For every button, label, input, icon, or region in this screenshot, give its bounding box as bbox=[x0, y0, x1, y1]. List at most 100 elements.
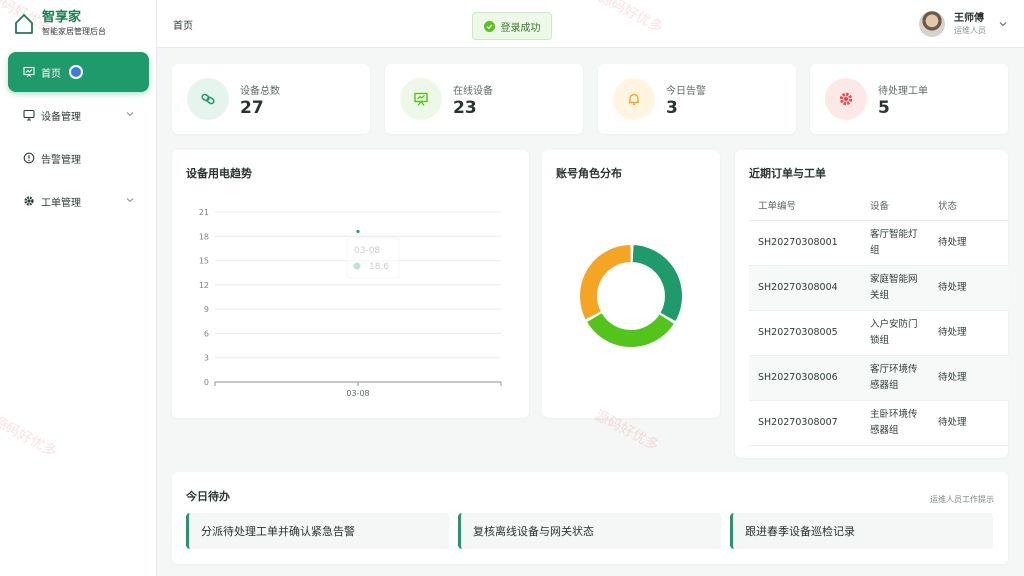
device-line: 感器组 bbox=[870, 424, 899, 436]
column-header: 设备 bbox=[861, 191, 929, 221]
stat-value: 27 bbox=[240, 98, 264, 118]
sidebar-item-alerts[interactable]: 告警管理 bbox=[8, 138, 149, 178]
order-id: SH20270308007 bbox=[749, 400, 861, 446]
table-row[interactable]: SH20270308006 客厅环境传 感器组 待处理 bbox=[749, 355, 1009, 401]
sidebar-item-home[interactable]: 首页 bbox=[8, 52, 149, 92]
avatar bbox=[919, 11, 945, 37]
pie-slice bbox=[632, 245, 682, 322]
todo-item[interactable]: 跟进春季设备巡检记录 bbox=[730, 513, 993, 549]
column-header: 工单编号 bbox=[749, 191, 861, 221]
sidebar: 智享家 智能家居管理后台 首页 设备管理 告警管理 工单管理 bbox=[0, 0, 157, 576]
order-device: 主卧环境传 感器组 bbox=[861, 400, 929, 446]
power-trend-chart[interactable]: 0 3 6 9 12 15 18 21 03-08 03-08 18.6 bbox=[172, 150, 529, 418]
sidebar-item-label: 设备管理 bbox=[41, 111, 81, 123]
stat-label: 待处理工单 bbox=[878, 86, 928, 97]
order-device: 客厅环境传 感器组 bbox=[861, 355, 929, 401]
monitor-chart-icon bbox=[23, 66, 35, 78]
y-tick-label: 6 bbox=[204, 329, 209, 338]
bell-icon bbox=[613, 78, 655, 120]
sidebar-nav: 首页 设备管理 告警管理 工单管理 bbox=[8, 52, 149, 224]
y-tick-label: 0 bbox=[204, 378, 209, 387]
sidebar-item-workorders[interactable]: 工单管理 bbox=[8, 181, 149, 221]
panel-title: 今日待办 bbox=[186, 490, 230, 503]
toast-text: 登录成功 bbox=[500, 22, 541, 34]
device-line: 主卧环境传 bbox=[870, 408, 918, 420]
column-header: 状态 bbox=[929, 191, 1009, 221]
role-distribution-chart[interactable] bbox=[542, 150, 720, 418]
table-row[interactable]: SH20270308005 入户安防门锁组 待处理 bbox=[749, 310, 1009, 356]
power-trend-panel: 设备用电趋势 0 3 6 9 12 15 18 21 03-08 03-08 18.6 bbox=[172, 150, 529, 418]
role-distribution-panel: 账号角色分布 bbox=[542, 150, 720, 418]
device-line: 家庭智能网 bbox=[870, 273, 918, 285]
check-circle-icon bbox=[483, 20, 495, 32]
user-menu[interactable]: 王师傅 运维人员 bbox=[919, 11, 1008, 37]
order-device: 入户安防门 锁组 bbox=[861, 310, 929, 356]
top-bar: 首页 登录成功 王师傅 运维人员 bbox=[157, 0, 1024, 48]
pie-slice bbox=[580, 245, 631, 320]
device-line: 关组 bbox=[870, 289, 890, 301]
order-id: SH20270308001 bbox=[749, 220, 861, 266]
chart-tooltip bbox=[346, 237, 400, 279]
data-point bbox=[356, 229, 360, 234]
device-line: 组 bbox=[870, 244, 880, 256]
orders-table: 工单编号 设备 状态 SH20270308001 客厅智能灯组 待处理 SH20… bbox=[749, 191, 1009, 446]
y-tick-label: 3 bbox=[204, 354, 209, 363]
gear-icon bbox=[23, 195, 35, 207]
order-status: 待处理 bbox=[929, 220, 1009, 266]
alert-circle-icon bbox=[23, 152, 35, 164]
tooltip-value: 18.6 bbox=[369, 262, 389, 272]
stat-card-today-alerts: 今日告警 3 bbox=[598, 64, 796, 134]
today-todo-panel: 今日待办 运维人员工作提示 分派待处理工单并确认紧急告警 复核离线设备与网关状态… bbox=[172, 472, 1008, 564]
user-name: 王师傅 bbox=[954, 13, 984, 24]
sidebar-item-label: 工单管理 bbox=[41, 197, 81, 209]
device-line: 客厅环境传 bbox=[870, 363, 918, 375]
login-success-toast: 登录成功 bbox=[472, 12, 552, 40]
device-line: 感器组 bbox=[870, 379, 899, 391]
order-status: 待处理 bbox=[929, 265, 1009, 311]
order-device: 家庭智能网 关组 bbox=[861, 265, 929, 311]
device-line: 客厅智能灯 bbox=[870, 228, 918, 240]
todo-note: 运维人员工作提示 bbox=[930, 495, 994, 504]
stat-card-pending-orders: 待处理工单 5 bbox=[810, 64, 1008, 134]
sidebar-item-label: 告警管理 bbox=[41, 154, 81, 166]
device-line: 锁组 bbox=[870, 334, 890, 346]
gear-icon bbox=[825, 78, 867, 120]
panel-title: 近期订单与工单 bbox=[749, 167, 826, 180]
breadcrumb[interactable]: 首页 bbox=[173, 17, 193, 32]
table-header-row: 工单编号 设备 状态 bbox=[749, 191, 1009, 221]
user-role: 运维人员 bbox=[954, 26, 986, 35]
tooltip-marker bbox=[353, 262, 361, 270]
stat-card-online-devices: 在线设备 23 bbox=[385, 64, 583, 134]
y-tick-label: 9 bbox=[204, 305, 209, 314]
tooltip-date: 03-08 bbox=[354, 246, 380, 256]
loading-indicator bbox=[69, 65, 83, 79]
y-tick-label: 15 bbox=[199, 257, 209, 266]
order-status: 待处理 bbox=[929, 310, 1009, 356]
link-icon bbox=[187, 78, 229, 120]
pie-slice bbox=[587, 313, 674, 347]
chevron-down-icon bbox=[126, 112, 134, 117]
todo-item[interactable]: 分派待处理工单并确认紧急告警 bbox=[186, 513, 449, 549]
table-row[interactable]: SH20270308001 客厅智能灯组 待处理 bbox=[749, 220, 1009, 266]
monitor-icon bbox=[23, 109, 35, 121]
stat-value: 5 bbox=[878, 98, 890, 118]
chevron-down-icon bbox=[999, 22, 1007, 27]
stat-card-total-devices: 设备总数 27 bbox=[172, 64, 370, 134]
stat-label: 在线设备 bbox=[453, 86, 493, 97]
order-status: 待处理 bbox=[929, 355, 1009, 401]
y-tick-label: 21 bbox=[199, 208, 209, 217]
recent-orders-panel: 近期订单与工单 工单编号 设备 状态 SH20270308001 客厅智能灯组 … bbox=[735, 150, 1009, 458]
order-device: 客厅智能灯组 bbox=[861, 220, 929, 266]
stat-label: 今日告警 bbox=[666, 86, 706, 97]
order-id: SH20270308005 bbox=[749, 310, 861, 356]
sidebar-item-devices[interactable]: 设备管理 bbox=[8, 95, 149, 135]
order-status: 待处理 bbox=[929, 400, 1009, 446]
y-tick-label: 18 bbox=[199, 232, 209, 241]
y-tick-label: 12 bbox=[199, 281, 209, 290]
device-line: 入户安防门 bbox=[870, 318, 918, 330]
table-row[interactable]: SH20270308004 家庭智能网 关组 待处理 bbox=[749, 265, 1009, 311]
x-tick-label: 03-08 bbox=[346, 389, 369, 398]
table-row[interactable]: SH20270308007 主卧环境传感器组 待处理 bbox=[749, 400, 1009, 446]
todo-item[interactable]: 复核离线设备与网关状态 bbox=[458, 513, 721, 549]
stat-value: 23 bbox=[453, 98, 477, 118]
